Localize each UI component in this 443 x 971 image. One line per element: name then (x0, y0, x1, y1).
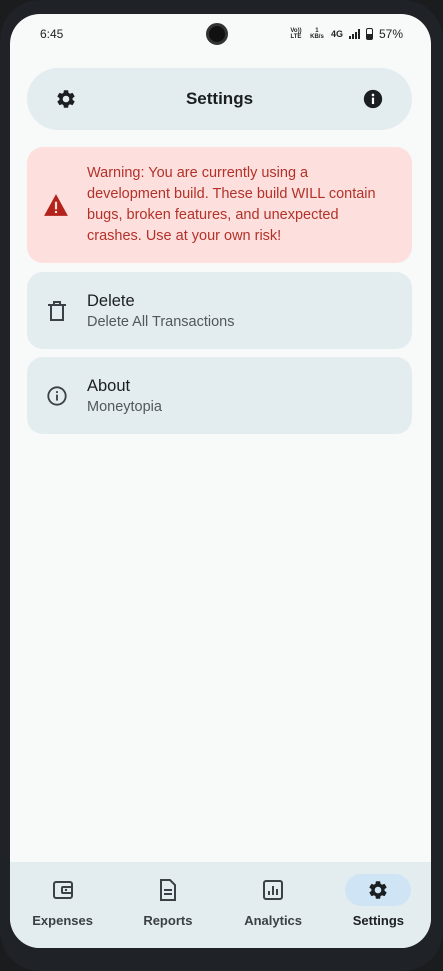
document-icon (135, 874, 201, 906)
setting-about[interactable]: About Moneytopia (27, 357, 412, 434)
setting-subtitle: Moneytopia (87, 398, 162, 415)
setting-about-text: About Moneytopia (87, 377, 162, 415)
setting-delete-text: Delete Delete All Transactions (87, 292, 235, 330)
top-app-bar: Settings (27, 68, 412, 130)
warning-icon (43, 193, 69, 217)
dev-build-warning: Warning: You are currently using a devel… (27, 147, 412, 263)
nav-reports[interactable]: Reports (118, 874, 218, 948)
phone-frame: 6:45 Vo)) LTE 1 KB/s 4G 57% Settings War… (0, 0, 443, 971)
warning-text: Warning: You are currently using a devel… (87, 165, 376, 244)
battery-level: 57% (378, 27, 403, 41)
bottom-navigation: Expenses Reports Analytics Settings (10, 862, 431, 948)
battery-icon (365, 28, 373, 40)
nav-analytics[interactable]: Analytics (223, 874, 323, 948)
setting-subtitle: Delete All Transactions (87, 313, 235, 330)
setting-title: About (87, 376, 131, 395)
network-speed-unit: KB/s (310, 34, 324, 40)
nav-label: Reports (143, 913, 193, 928)
page-title: Settings (185, 89, 254, 108)
network-type: 4G (330, 29, 343, 39)
status-indicators: Vo)) LTE 1 KB/s 4G 57% (289, 27, 403, 41)
status-time: 6:45 (40, 27, 64, 41)
nav-settings[interactable]: Settings (328, 874, 428, 948)
nav-label: Expenses (32, 913, 93, 928)
gear-icon (345, 874, 412, 906)
info-icon[interactable] (361, 87, 385, 111)
network-speed: 1 KB/s (309, 28, 325, 40)
trash-icon (45, 300, 69, 322)
wallet-icon (30, 874, 96, 906)
volte-indicator: Vo)) LTE (290, 28, 302, 40)
setting-delete[interactable]: Delete Delete All Transactions (27, 272, 412, 349)
nav-label: Settings (352, 913, 405, 928)
nav-expenses[interactable]: Expenses (13, 874, 113, 948)
setting-title: Delete (87, 291, 135, 310)
gear-icon[interactable] (54, 87, 78, 111)
nav-label: Analytics (244, 913, 303, 928)
screen: 6:45 Vo)) LTE 1 KB/s 4G 57% Settings War… (10, 14, 431, 948)
info-outline-icon (45, 385, 69, 407)
signal-icon (348, 29, 360, 39)
chart-icon (240, 874, 306, 906)
front-camera (206, 23, 228, 45)
